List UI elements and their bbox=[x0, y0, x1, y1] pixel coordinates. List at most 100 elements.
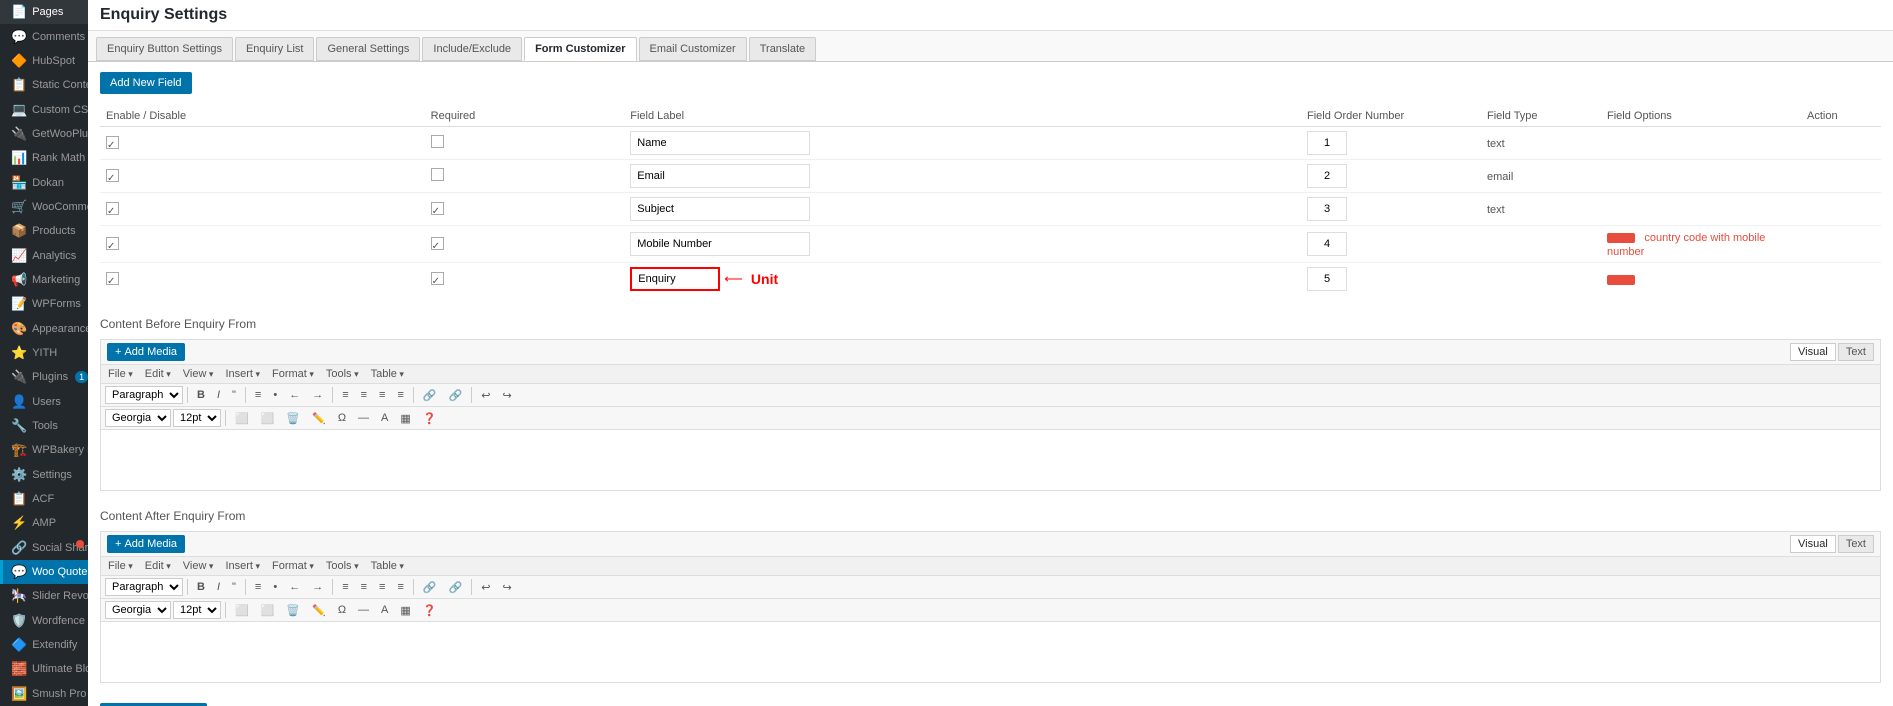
before-hr-btn[interactable]: — bbox=[353, 410, 374, 426]
after-paragraph-select[interactable]: Paragraph bbox=[105, 578, 183, 596]
sidebar-item-custom-css[interactable]: 💻 Custom CSS & JS bbox=[0, 97, 88, 121]
sidebar-item-slider[interactable]: 🎠 Slider Revolution bbox=[0, 584, 88, 608]
before-add-media-button[interactable]: + Add Media bbox=[107, 343, 185, 361]
required-checkbox-subject[interactable] bbox=[431, 202, 444, 215]
sidebar-item-comments[interactable]: 💬 Comments 4 bbox=[0, 24, 88, 48]
sidebar-item-rankmath[interactable]: 📊 Rank Math SEO bbox=[0, 146, 88, 170]
after-table-btn[interactable]: ▦ bbox=[395, 602, 415, 619]
sidebar-item-settings[interactable]: ⚙️ Settings bbox=[0, 463, 88, 487]
before-indent-btn[interactable]: → bbox=[307, 387, 328, 403]
before-align-justify-btn[interactable]: ≡ bbox=[392, 387, 408, 403]
sidebar-item-wordfence[interactable]: 🛡️ Wordfence bbox=[0, 609, 88, 633]
required-checkbox-mobile[interactable] bbox=[431, 237, 444, 250]
before-menu-table[interactable]: Table bbox=[368, 367, 407, 381]
sidebar-item-analytics[interactable]: 📈 Analytics bbox=[0, 243, 88, 267]
after-ol-btn[interactable]: • bbox=[268, 579, 282, 595]
after-indent2-btn[interactable]: ⬜ bbox=[230, 602, 254, 619]
after-add-media-button[interactable]: + Add Media bbox=[107, 535, 185, 553]
after-align-left-btn[interactable]: ≡ bbox=[337, 579, 353, 595]
sidebar-item-smush[interactable]: 🖼️ Smush Pro bbox=[0, 682, 88, 706]
before-bold-btn[interactable]: B bbox=[192, 387, 210, 403]
after-outdent2-btn[interactable]: ⬜ bbox=[256, 602, 280, 619]
tab-form-customizer[interactable]: Form Customizer bbox=[524, 37, 636, 61]
before-italic-btn[interactable]: I bbox=[212, 387, 225, 403]
field-label-name[interactable] bbox=[630, 131, 810, 155]
after-size-select[interactable]: 12pt bbox=[173, 601, 221, 619]
tab-include-exclude[interactable]: Include/Exclude bbox=[422, 37, 522, 61]
before-menu-file[interactable]: File bbox=[105, 367, 136, 381]
after-align-right-btn[interactable]: ≡ bbox=[374, 579, 390, 595]
before-menu-view[interactable]: View bbox=[180, 367, 217, 381]
sidebar-item-yith[interactable]: ⭐ YITH bbox=[0, 341, 88, 365]
required-checkbox-name[interactable] bbox=[431, 135, 444, 148]
before-align-right-btn[interactable]: ≡ bbox=[374, 387, 390, 403]
after-delete-btn[interactable]: 🗑️ bbox=[281, 602, 305, 619]
before-ul-btn[interactable]: ≡ bbox=[250, 387, 266, 403]
tab-general-settings[interactable]: General Settings bbox=[316, 37, 420, 61]
after-link-btn[interactable]: 🔗 bbox=[418, 579, 442, 596]
sidebar-item-social-share[interactable]: 🔗 Social Share bbox=[0, 536, 88, 560]
before-pencil-btn[interactable]: ✏️ bbox=[307, 410, 331, 427]
sidebar-item-appearance[interactable]: 🎨 Appearance bbox=[0, 316, 88, 340]
after-visual-tab[interactable]: Visual bbox=[1790, 535, 1836, 553]
sidebar-item-static-contents[interactable]: 📋 Static Contents bbox=[0, 73, 88, 97]
before-align-center-btn[interactable]: ≡ bbox=[356, 387, 372, 403]
after-editor-body[interactable] bbox=[101, 622, 1880, 682]
after-align-center-btn[interactable]: ≡ bbox=[356, 579, 372, 595]
before-undo-btn[interactable]: ↩ bbox=[476, 387, 495, 404]
before-editor-body[interactable] bbox=[101, 430, 1880, 490]
before-unlink-btn[interactable]: 🔗 bbox=[444, 387, 468, 404]
after-omega-btn[interactable]: Ω bbox=[333, 602, 351, 618]
before-help-btn[interactable]: ❓ bbox=[418, 410, 442, 427]
sidebar-item-products[interactable]: 📦 Products bbox=[0, 219, 88, 243]
after-quote-btn[interactable]: " bbox=[227, 579, 241, 595]
after-pencil-btn[interactable]: ✏️ bbox=[307, 602, 331, 619]
sidebar-item-dokan[interactable]: 🏪 Dokan bbox=[0, 170, 88, 194]
after-color-btn[interactable]: A bbox=[376, 602, 393, 618]
after-help-btn[interactable]: ❓ bbox=[418, 602, 442, 619]
before-outdent2-btn[interactable]: ⬜ bbox=[256, 410, 280, 427]
add-new-field-button[interactable]: Add New Field bbox=[100, 72, 192, 94]
after-align-justify-btn[interactable]: ≡ bbox=[392, 579, 408, 595]
after-unlink-btn[interactable]: 🔗 bbox=[444, 579, 468, 596]
before-visual-tab[interactable]: Visual bbox=[1790, 343, 1836, 361]
before-redo-btn[interactable]: ↪ bbox=[498, 387, 517, 404]
sidebar-item-ultimate-blocks[interactable]: 🧱 Ultimate Blocks bbox=[0, 657, 88, 681]
field-label-email[interactable] bbox=[630, 164, 810, 188]
sidebar-item-wpbakery[interactable]: 🏗️ WPBakery Page Builder bbox=[0, 438, 88, 462]
sidebar-item-marketing[interactable]: 📢 Marketing bbox=[0, 268, 88, 292]
sidebar-item-users[interactable]: 👤 Users bbox=[0, 390, 88, 414]
after-outdent-btn[interactable]: ← bbox=[284, 579, 305, 595]
tab-email-customizer[interactable]: Email Customizer bbox=[639, 37, 747, 61]
field-order-name[interactable] bbox=[1307, 131, 1347, 155]
sidebar-item-acf[interactable]: 📋 ACF bbox=[0, 487, 88, 511]
sidebar-item-wpforms[interactable]: 📝 WPForms bbox=[0, 292, 88, 316]
after-menu-edit[interactable]: Edit bbox=[142, 559, 174, 573]
field-label-mobile[interactable] bbox=[630, 232, 810, 256]
field-label-subject[interactable] bbox=[630, 197, 810, 221]
before-quote-btn[interactable]: " bbox=[227, 387, 241, 403]
sidebar-item-amp[interactable]: ⚡ AMP bbox=[0, 511, 88, 535]
enable-checkbox-enquiry[interactable] bbox=[106, 272, 119, 285]
after-menu-table[interactable]: Table bbox=[368, 559, 407, 573]
after-redo-btn[interactable]: ↪ bbox=[498, 579, 517, 596]
field-order-enquiry[interactable] bbox=[1307, 267, 1347, 291]
after-font-select[interactable]: Georgia bbox=[105, 601, 171, 619]
tab-translate[interactable]: Translate bbox=[749, 37, 816, 61]
after-menu-file[interactable]: File bbox=[105, 559, 136, 573]
sidebar-item-woo-quote[interactable]: 💬 Woo Quote Popup bbox=[0, 560, 88, 584]
sidebar-item-pages[interactable]: 📄 Pages bbox=[0, 0, 88, 24]
before-color-btn[interactable]: A bbox=[376, 410, 393, 426]
before-size-select[interactable]: 12pt bbox=[173, 409, 221, 427]
after-text-tab[interactable]: Text bbox=[1838, 535, 1874, 553]
required-checkbox-enquiry[interactable] bbox=[431, 272, 444, 285]
before-menu-edit[interactable]: Edit bbox=[142, 367, 174, 381]
field-order-email[interactable] bbox=[1307, 164, 1347, 188]
sidebar-item-tools[interactable]: 🔧 Tools bbox=[0, 414, 88, 438]
enable-checkbox-email[interactable] bbox=[106, 169, 119, 182]
before-menu-insert[interactable]: Insert bbox=[222, 367, 263, 381]
before-paragraph-select[interactable]: Paragraph bbox=[105, 386, 183, 404]
after-menu-format[interactable]: Format bbox=[269, 559, 317, 573]
before-delete-btn[interactable]: 🗑️ bbox=[281, 410, 305, 427]
field-label-enquiry[interactable] bbox=[630, 267, 720, 291]
